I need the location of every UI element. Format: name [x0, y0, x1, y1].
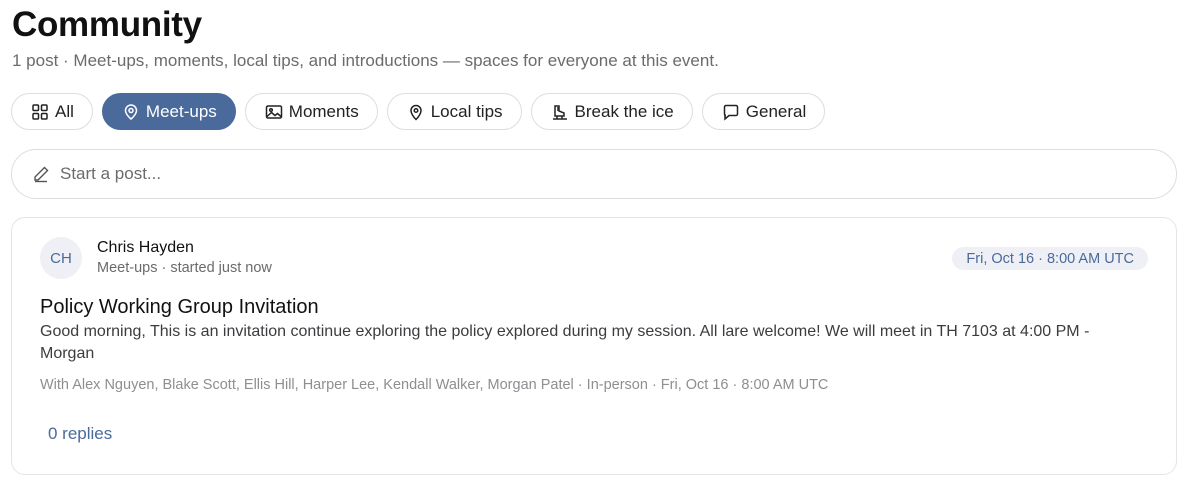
filter-meet-ups[interactable]: Meet-ups	[101, 93, 236, 130]
post-meta: Meet-ups · started just now	[97, 260, 272, 276]
replies-link[interactable]: 0 replies	[48, 424, 112, 444]
image-icon	[265, 103, 283, 121]
post-details: With Alex Nguyen, Blake Scott, Ellis Hil…	[40, 377, 829, 393]
filter-meet-ups-label: Meet-ups	[145, 101, 217, 121]
start-post-input[interactable]: Start a post...	[11, 149, 1177, 199]
grid-icon	[31, 103, 49, 121]
filter-break-the-ice-label: Break the ice	[574, 101, 674, 121]
post-title[interactable]: Policy Working Group Invitation	[40, 296, 319, 319]
chat-bubble-icon	[722, 103, 740, 121]
post-body: Good morning, This is an invitation cont…	[40, 323, 1090, 362]
filter-moments[interactable]: Moments	[244, 93, 378, 130]
date-badge: Fri, Oct 16 · 8:00 AM UTC	[952, 247, 1148, 270]
location-pin-icon	[122, 103, 140, 121]
filter-break-the-ice[interactable]: Break the ice	[530, 93, 693, 130]
post-author[interactable]: Chris Hayden	[97, 239, 194, 257]
post-card: CH Chris Hayden Meet-ups · started just …	[11, 217, 1177, 475]
page-title: Community	[12, 5, 202, 44]
map-pin-icon	[407, 103, 425, 121]
filter-all[interactable]: All	[11, 93, 93, 130]
start-post-placeholder: Start a post...	[60, 164, 162, 183]
filter-local-tips[interactable]: Local tips	[386, 93, 522, 130]
filter-local-tips-label: Local tips	[430, 101, 503, 121]
pencil-icon	[32, 165, 50, 183]
ice-skate-icon	[551, 103, 569, 121]
category-filters: All Meet-ups Moments Local tips Break th…	[11, 93, 826, 130]
filter-general[interactable]: General	[701, 93, 826, 130]
filter-general-label: General	[745, 101, 807, 121]
filter-all-label: All	[55, 101, 74, 121]
page-subtitle: 1 post · Meet-ups, moments, local tips, …	[12, 51, 719, 70]
filter-moments-label: Moments	[288, 101, 359, 121]
avatar[interactable]: CH	[40, 237, 82, 279]
